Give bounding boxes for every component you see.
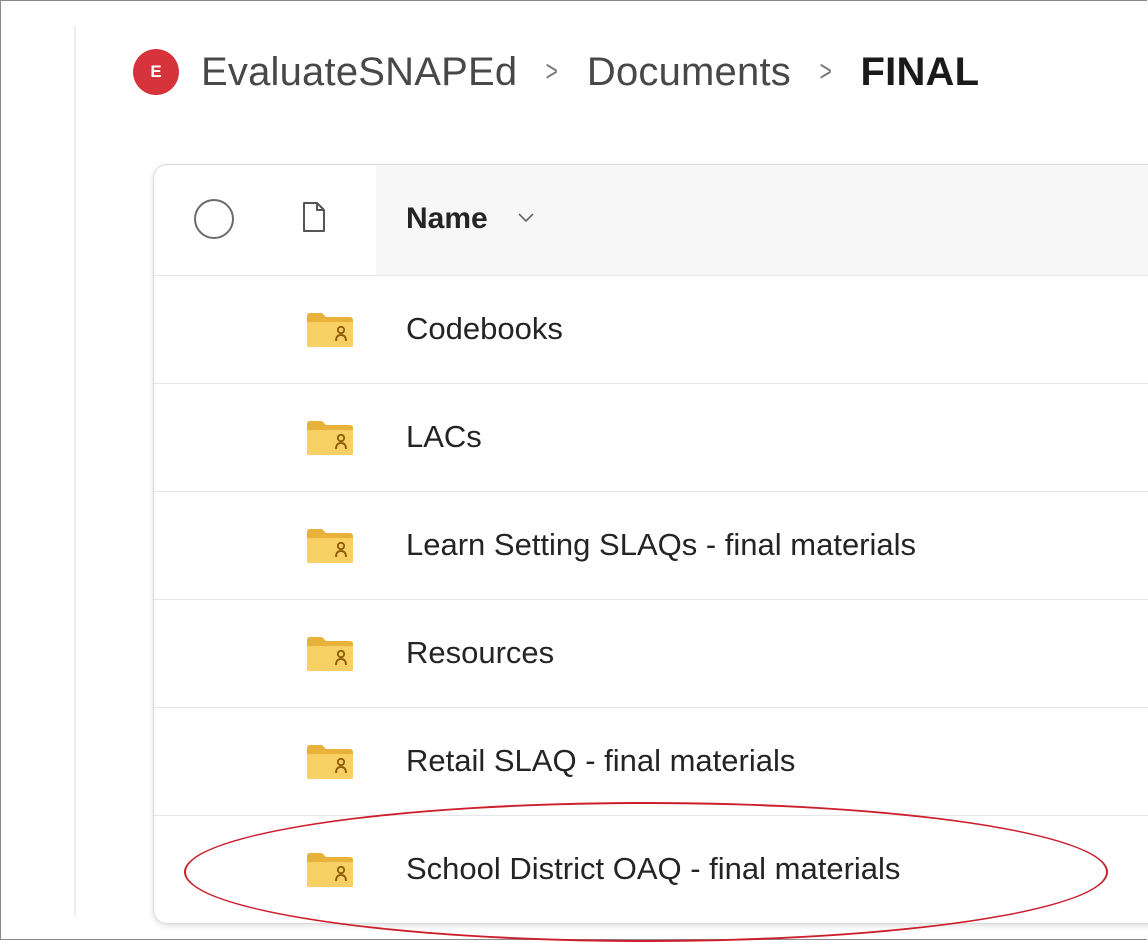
list-item-name[interactable]: Retail SLAQ - final materials xyxy=(406,743,795,779)
breadcrumb-separator-icon: > xyxy=(819,55,832,88)
list-item-name[interactable]: Codebooks xyxy=(406,311,563,347)
name-column-label[interactable]: Name xyxy=(406,202,488,236)
breadcrumb-site[interactable]: EvaluateSNAPEd xyxy=(201,50,517,95)
list-header: Name xyxy=(154,165,1148,276)
file-type-icon[interactable] xyxy=(302,201,326,233)
breadcrumb-separator-icon: > xyxy=(545,55,559,88)
breadcrumb-library[interactable]: Documents xyxy=(587,50,791,95)
list-item[interactable]: Codebooks xyxy=(154,276,1148,384)
shared-folder-icon xyxy=(307,637,353,671)
chevron-down-icon[interactable] xyxy=(518,213,534,223)
list-item[interactable]: Resources xyxy=(154,600,1148,708)
site-avatar[interactable]: E xyxy=(133,49,179,95)
breadcrumb-current-folder: FINAL xyxy=(860,49,980,94)
list-item-name[interactable]: Resources xyxy=(406,635,554,671)
shared-folder-icon xyxy=(307,745,353,779)
list-item-name[interactable]: School District OAQ - final materials xyxy=(406,851,900,887)
list-item[interactable]: LACs xyxy=(154,384,1148,492)
shared-folder-icon xyxy=(307,421,353,455)
left-pane-divider xyxy=(74,26,76,916)
list-item[interactable]: Retail SLAQ - final materials xyxy=(154,708,1148,816)
breadcrumb: E EvaluateSNAPEd > Documents > FINAL xyxy=(133,40,979,104)
name-column-header[interactable] xyxy=(376,165,1148,275)
shared-folder-icon xyxy=(307,529,353,563)
file-list: Name Codebooks LACs Learn Setting SLAQs … xyxy=(153,164,1148,924)
select-all-checkbox[interactable] xyxy=(194,199,234,239)
list-item-name[interactable]: Learn Setting SLAQs - final materials xyxy=(406,527,916,563)
list-item[interactable]: Learn Setting SLAQs - final materials xyxy=(154,492,1148,600)
list-item[interactable]: School District OAQ - final materials xyxy=(154,816,1148,923)
shared-folder-icon xyxy=(307,313,353,347)
shared-folder-icon xyxy=(307,853,353,887)
list-item-name[interactable]: LACs xyxy=(406,419,482,455)
